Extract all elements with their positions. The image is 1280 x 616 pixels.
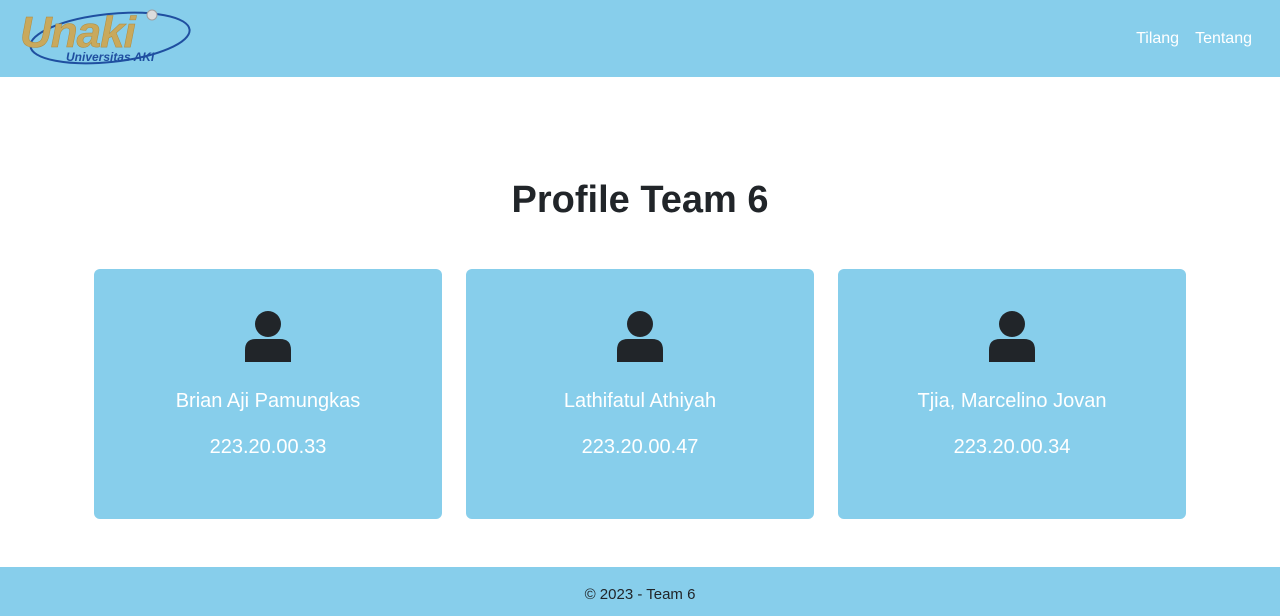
nav-link-tilang[interactable]: Tilang [1136, 29, 1179, 49]
footer: © 2023 - Team 6 [0, 567, 1280, 616]
member-card: Tjia, Marcelino Jovan 223.20.00.34 [838, 269, 1186, 519]
svg-text:Universitas AKI: Universitas AKI [66, 50, 155, 64]
member-nim: 223.20.00.47 [581, 436, 699, 458]
member-name: Brian Aji Pamungkas [175, 390, 361, 412]
member-name: Tjia, Marcelino Jovan [917, 390, 1107, 412]
footer-copyright: © 2023 - Team 6 [584, 586, 696, 603]
member-name: Lathifatul Athiyah [563, 390, 717, 412]
person-icon [245, 311, 291, 362]
nav-menu: Tilang Tentang [1136, 29, 1252, 49]
unaki-logo[interactable]: Unaki Universitas AKI [18, 6, 194, 72]
person-icon [989, 311, 1035, 362]
member-card: Lathifatul Athiyah 223.20.00.47 [466, 269, 814, 519]
member-card: Brian Aji Pamungkas 223.20.00.33 [94, 269, 442, 519]
person-icon [617, 311, 663, 362]
page-title: Profile Team 6 [511, 179, 769, 221]
member-nim: 223.20.00.33 [209, 436, 327, 458]
nav-link-tentang[interactable]: Tentang [1195, 29, 1252, 49]
member-nim: 223.20.00.34 [953, 436, 1071, 458]
navbar: Unaki Universitas AKI Tilang Tentang [0, 0, 1280, 77]
